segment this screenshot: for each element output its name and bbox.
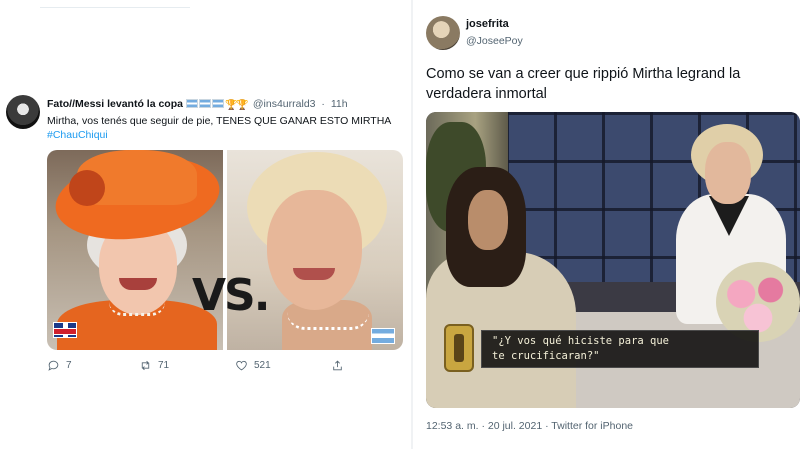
tweet-media[interactable]: "¿Y vos qué hiciste para que te crucific… — [426, 112, 800, 408]
tweet-text: Mirtha, vos tenés que seguir de pie, TEN… — [47, 114, 402, 142]
handle[interactable]: @ins4urrald3 — [253, 98, 316, 110]
tweet-text: Como se van a creer que rippió Mirtha le… — [426, 66, 741, 102]
right-tweet: josefrita @JoseePoy Como se van a creer … — [413, 0, 800, 449]
argentina-flag-icon — [371, 328, 395, 344]
retweet-button[interactable]: 71 — [139, 359, 169, 372]
uk-flag-icon — [53, 322, 77, 338]
share-button[interactable] — [331, 359, 344, 372]
subtitle-box: "¿Y vos qué hiciste para que te crucific… — [481, 330, 759, 368]
subtitle-line: te crucificaran?" — [492, 350, 600, 362]
display-name[interactable]: Fato//Messi levantó la copa — [47, 98, 183, 110]
divider-line — [40, 0, 190, 8]
reply-count: 7 — [66, 360, 72, 371]
tweet-body: Mirtha, vos tenés que seguir de pie, TEN… — [47, 115, 392, 127]
smile — [293, 268, 335, 280]
face — [267, 190, 362, 310]
subtitle-line: "¿Y vos qué hiciste para que — [492, 335, 670, 347]
left-tweet: Fato//Messi levantó la copa 🏆🏆 @ins4urral… — [0, 0, 410, 449]
tv-logo-icon — [444, 324, 474, 372]
jesus-face — [468, 190, 508, 250]
diamond-necklace — [287, 312, 369, 330]
tweet-media[interactable]: VS. — [47, 150, 403, 350]
timestamp[interactable]: 11h — [331, 98, 348, 110]
argentina-flag-icon — [198, 99, 211, 108]
dot-separator: · — [321, 98, 325, 110]
trophy-icon: 🏆 — [224, 100, 238, 111]
mirtha-face — [705, 142, 751, 204]
share-icon — [333, 360, 342, 371]
reply-icon — [48, 360, 59, 371]
tweet-metadata: 12:53 a. m. · 20 jul. 2021 · Twitter for… — [426, 420, 634, 432]
retweet-count: 71 — [158, 360, 170, 371]
argentina-flag-icon — [185, 99, 198, 108]
tweet-header: Fato//Messi levantó la copa 🏆🏆 @ins4urral… — [47, 98, 348, 111]
like-count: 521 — [254, 360, 271, 371]
argentina-flag-icon — [211, 99, 224, 108]
reply-button[interactable]: 7 — [47, 359, 72, 372]
display-name[interactable]: josefrita — [466, 18, 509, 30]
heart-icon — [236, 360, 247, 371]
tweet-actions: 7 71 521 — [47, 359, 347, 375]
pearl-necklace — [109, 302, 165, 316]
smile — [119, 278, 157, 290]
trophy-icon: 🏆 — [235, 100, 249, 111]
avatar[interactable] — [426, 16, 460, 50]
retweet-icon — [141, 360, 150, 371]
avatar[interactable] — [6, 95, 40, 129]
vs-overlay: VS. — [192, 270, 270, 321]
handle[interactable]: @JoseePoy — [466, 35, 523, 47]
like-button[interactable]: 521 — [235, 359, 271, 372]
emoji-flags: 🏆🏆 — [185, 99, 249, 111]
hashtag-link[interactable]: #ChauChiqui — [47, 129, 108, 141]
hat-flower — [69, 170, 105, 206]
